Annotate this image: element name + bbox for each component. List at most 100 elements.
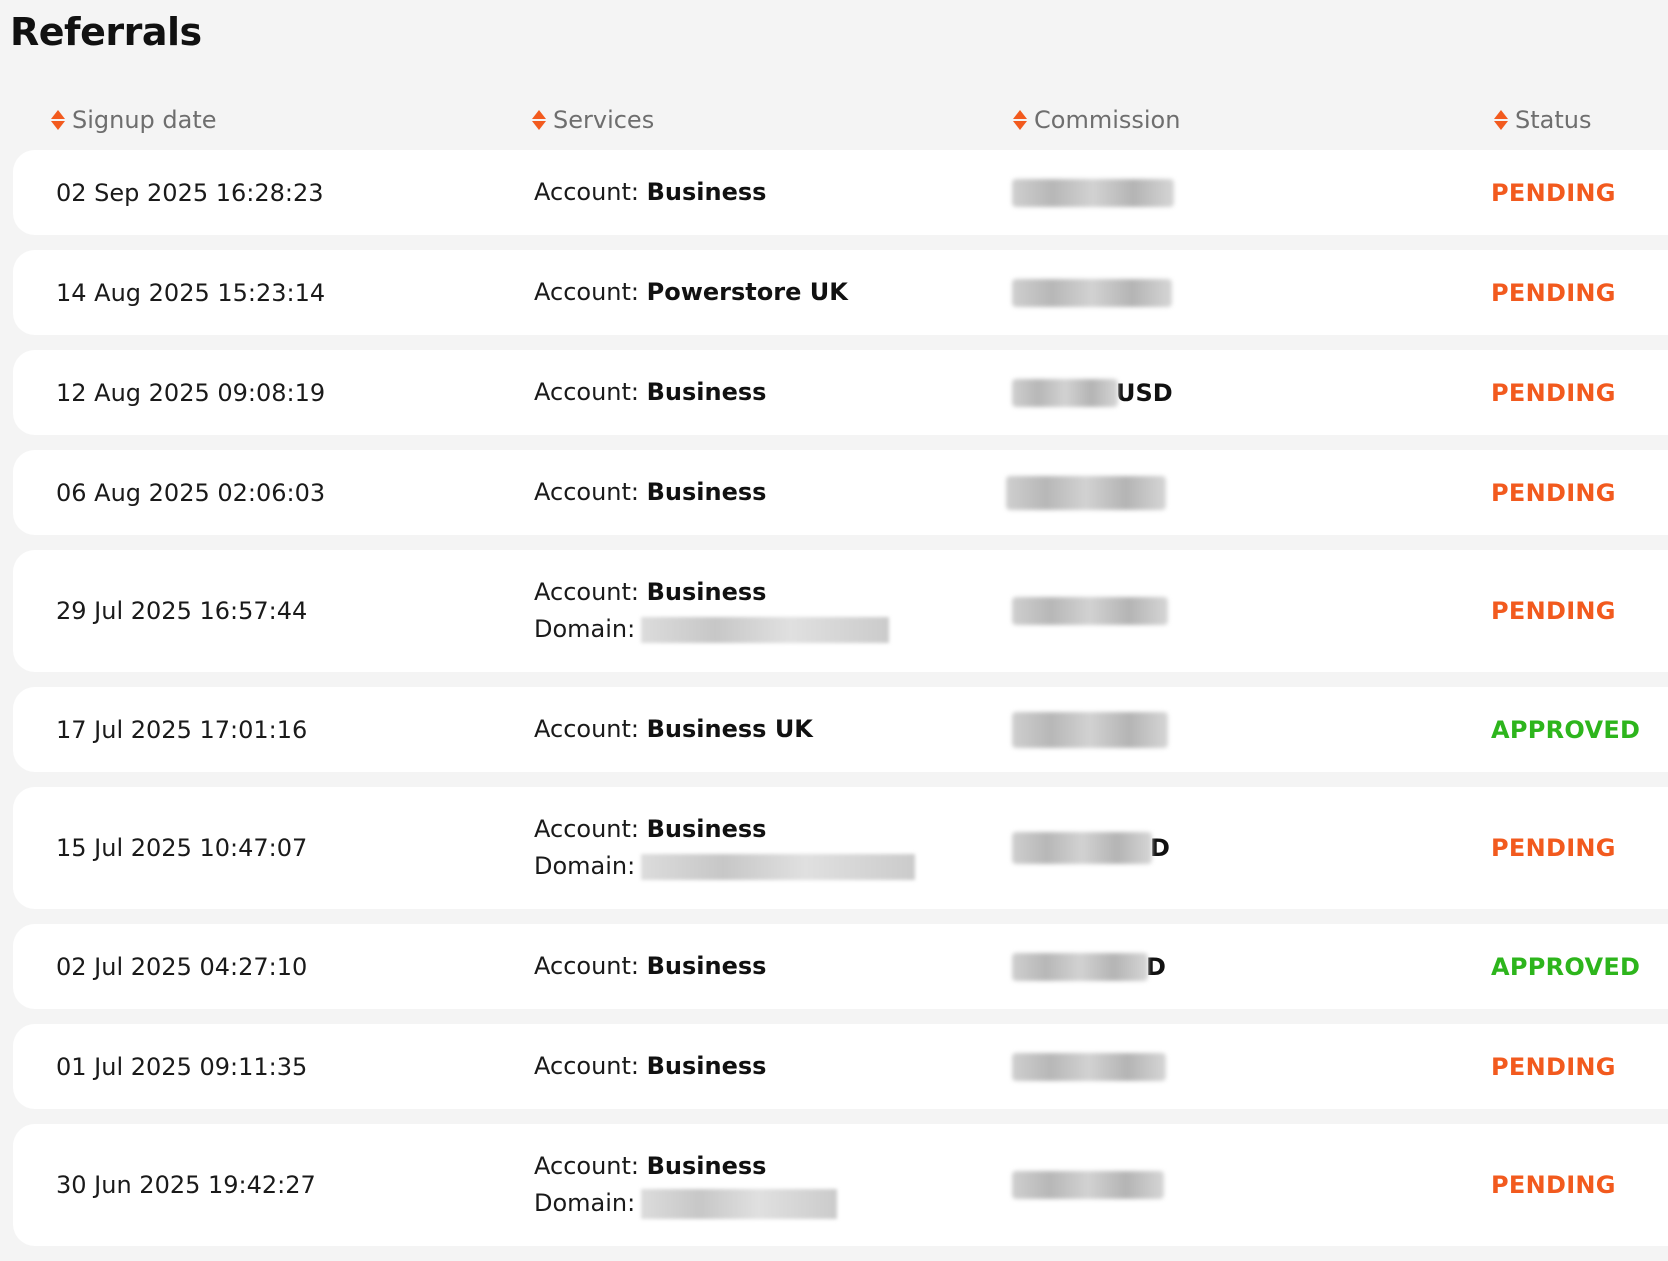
services-cell: Account: Business: [534, 350, 766, 435]
services-cell: Account: Business UK: [534, 687, 813, 772]
table-row[interactable]: 02 Sep 2025 16:28:23 Account: Business P…: [13, 150, 1668, 235]
commission-currency: USD: [1116, 378, 1173, 407]
status-badge: PENDING: [1491, 278, 1616, 307]
redacted-commission: [1012, 711, 1168, 748]
account-value: Business: [646, 378, 767, 406]
redacted-commission: [1012, 1052, 1166, 1081]
commission-cell: [1012, 550, 1168, 672]
commission-cell: D: [1012, 924, 1166, 1009]
status-badge: APPROVED: [1491, 952, 1641, 981]
commission-cell: [1012, 150, 1174, 235]
redacted-domain: [641, 617, 890, 643]
commission-cell: [1012, 250, 1172, 335]
commission-cell: [1012, 1024, 1166, 1109]
commission-cell: D: [1012, 787, 1170, 909]
account-label: Account:: [534, 715, 639, 743]
table-row[interactable]: 06 Aug 2025 02:06:03 Account: Business P…: [13, 450, 1668, 535]
table-row[interactable]: 14 Aug 2025 15:23:14 Account: Powerstore…: [13, 250, 1668, 335]
table-header: Signup date Services Commission Status: [0, 100, 1668, 140]
status-badge: PENDING: [1491, 478, 1616, 507]
header-label-signup-date: Signup date: [72, 106, 217, 134]
signup-date: 30 Jun 2025 19:42:27: [56, 1171, 316, 1199]
commission-currency: D: [1150, 834, 1170, 862]
sort-icon: [532, 110, 546, 130]
table-row[interactable]: 30 Jun 2025 19:42:27 Account: Business D…: [13, 1124, 1668, 1246]
account-value: Business: [646, 578, 767, 606]
account-value: Powerstore UK: [646, 278, 848, 306]
status-badge: PENDING: [1491, 378, 1616, 407]
sort-icon: [51, 110, 65, 130]
signup-date: 12 Aug 2025 09:08:19: [56, 378, 326, 407]
account-label: Account:: [534, 378, 639, 406]
sort-commission-header[interactable]: Commission: [1012, 100, 1180, 140]
commission-cell: [1012, 1124, 1164, 1246]
table-row[interactable]: 02 Jul 2025 04:27:10 Account: Business D…: [13, 924, 1668, 1009]
header-label-commission: Commission: [1034, 106, 1181, 134]
sort-status-header[interactable]: Status: [1493, 100, 1591, 140]
services-cell: Account: Business: [534, 450, 766, 535]
redacted-commission: [1012, 178, 1174, 207]
table-row[interactable]: 17 Jul 2025 17:01:16 Account: Business U…: [13, 687, 1668, 772]
table-row[interactable]: 29 Jul 2025 16:57:44 Account: Business D…: [13, 550, 1668, 672]
redacted-domain: [641, 854, 916, 880]
sort-icon: [1013, 110, 1027, 130]
account-label: Account:: [534, 1152, 639, 1180]
account-label: Account:: [534, 952, 639, 980]
status-badge: PENDING: [1491, 1171, 1616, 1199]
services-cell: Account: Business: [534, 1024, 766, 1109]
services-cell: Account: Business Domain:: [534, 550, 890, 672]
sort-icon: [1494, 110, 1508, 130]
account-value: Business: [646, 952, 767, 980]
redacted-commission: [1012, 597, 1168, 625]
account-label: Account:: [534, 178, 639, 206]
table-row[interactable]: 15 Jul 2025 10:47:07 Account: Business D…: [13, 787, 1668, 909]
sort-signup-date-header[interactable]: Signup date: [50, 100, 217, 140]
redacted-commission: [1012, 278, 1172, 307]
status-badge: PENDING: [1491, 834, 1616, 862]
header-label-status: Status: [1515, 106, 1592, 134]
page-title: Referrals: [10, 10, 202, 54]
account-value: Business UK: [646, 715, 813, 743]
account-label: Account:: [534, 1052, 639, 1080]
table-row[interactable]: 01 Jul 2025 09:11:35 Account: Business P…: [13, 1024, 1668, 1109]
referrals-table-body: 02 Sep 2025 16:28:23 Account: Business P…: [13, 150, 1668, 1261]
signup-date: 14 Aug 2025 15:23:14: [56, 278, 326, 307]
commission-cell: [1012, 687, 1168, 772]
commission-cell: USD: [1012, 350, 1173, 435]
services-cell: Account: Business Domain:: [534, 787, 916, 909]
services-cell: Account: Powerstore UK: [534, 250, 848, 335]
account-value: Business: [646, 815, 767, 843]
table-row[interactable]: 12 Aug 2025 09:08:19 Account: Business U…: [13, 350, 1668, 435]
status-badge: PENDING: [1491, 178, 1616, 207]
account-value: Business: [646, 478, 767, 506]
commission-cell: [1006, 450, 1166, 535]
domain-label: Domain:: [534, 615, 636, 643]
header-label-services: Services: [553, 106, 655, 134]
domain-label: Domain:: [534, 852, 636, 880]
status-badge: PENDING: [1491, 597, 1616, 625]
signup-date: 02 Jul 2025 04:27:10: [56, 952, 308, 981]
account-label: Account:: [534, 478, 639, 506]
redacted-domain: [641, 1189, 838, 1219]
account-value: Business: [646, 1152, 767, 1180]
status-badge: PENDING: [1491, 1052, 1616, 1081]
signup-date: 02 Sep 2025 16:28:23: [56, 178, 324, 207]
redacted-commission: [1012, 1171, 1164, 1199]
sort-services-header[interactable]: Services: [531, 100, 654, 140]
redacted-commission: [1006, 475, 1166, 510]
redacted-commission: [1012, 832, 1152, 864]
signup-date: 15 Jul 2025 10:47:07: [56, 834, 308, 862]
signup-date: 01 Jul 2025 09:11:35: [56, 1052, 308, 1081]
domain-label: Domain:: [534, 1189, 636, 1217]
services-cell: Account: Business Domain:: [534, 1124, 838, 1246]
signup-date: 06 Aug 2025 02:06:03: [56, 478, 326, 507]
signup-date: 29 Jul 2025 16:57:44: [56, 597, 308, 625]
commission-currency: D: [1146, 952, 1166, 981]
account-label: Account:: [534, 278, 639, 306]
account-label: Account:: [534, 815, 639, 843]
account-value: Business: [646, 178, 767, 206]
account-value: Business: [646, 1052, 767, 1080]
redacted-commission: [1012, 952, 1148, 981]
services-cell: Account: Business: [534, 150, 766, 235]
status-badge: APPROVED: [1491, 715, 1641, 744]
